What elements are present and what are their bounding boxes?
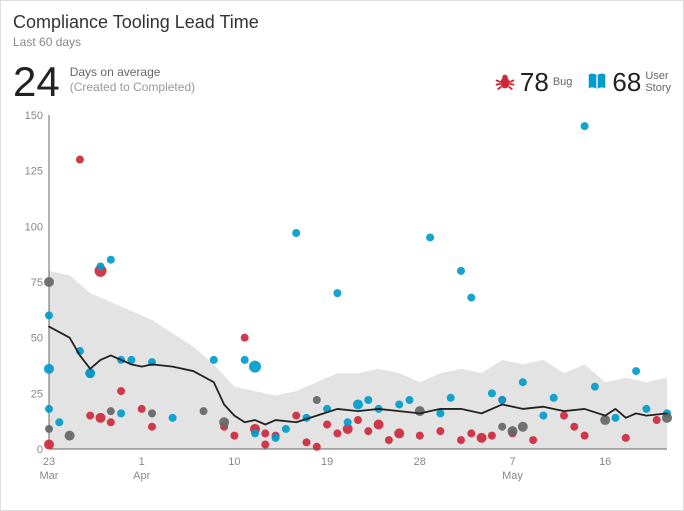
svg-text:50: 50 — [31, 332, 43, 344]
legend: 78 Bug 68 User Story — [494, 69, 671, 95]
average-line2: (Created to Completed) — [70, 80, 195, 96]
legend-story-label: User Story — [645, 70, 671, 94]
lead-time-widget: { "title": "Compliance Tooling Lead Time… — [0, 0, 684, 511]
svg-text:150: 150 — [25, 110, 43, 122]
svg-text:May: May — [502, 470, 523, 482]
svg-text:Apr: Apr — [133, 470, 150, 482]
widget-title: Compliance Tooling Lead Time — [13, 13, 671, 33]
svg-text:23: 23 — [43, 456, 55, 468]
svg-text:25: 25 — [31, 388, 43, 400]
svg-text:75: 75 — [31, 277, 43, 289]
svg-text:Mar: Mar — [40, 470, 59, 482]
svg-text:100: 100 — [25, 221, 43, 233]
svg-text:16: 16 — [599, 456, 611, 468]
bug-icon — [494, 71, 516, 93]
legend-bug-count: 78 — [520, 69, 549, 95]
widget-subtitle: Last 60 days — [13, 35, 671, 49]
average-line1: Days on average — [70, 65, 195, 81]
book-icon — [586, 71, 608, 93]
svg-text:0: 0 — [37, 444, 43, 456]
average-value: 24 — [13, 61, 60, 103]
svg-text:19: 19 — [321, 456, 333, 468]
lead-time-chart: 0 25 50 75 100 125 150 23 Mar 1 Apr 10 19 28 7 May 16 — [13, 109, 673, 489]
average-block: 24 Days on average (Created to Completed… — [13, 61, 195, 103]
summary-row: 24 Days on average (Created to Completed… — [13, 61, 671, 103]
legend-bug-label: Bug — [553, 76, 573, 88]
svg-text:28: 28 — [414, 456, 426, 468]
svg-text:125: 125 — [25, 165, 43, 177]
svg-text:7: 7 — [509, 456, 515, 468]
legend-bug: 78 Bug — [494, 69, 573, 95]
svg-text:10: 10 — [228, 456, 240, 468]
average-labels: Days on average (Created to Completed) — [70, 65, 195, 96]
svg-text:1: 1 — [139, 456, 145, 468]
legend-story-count: 68 — [612, 69, 641, 95]
legend-story: 68 User Story — [586, 69, 671, 95]
